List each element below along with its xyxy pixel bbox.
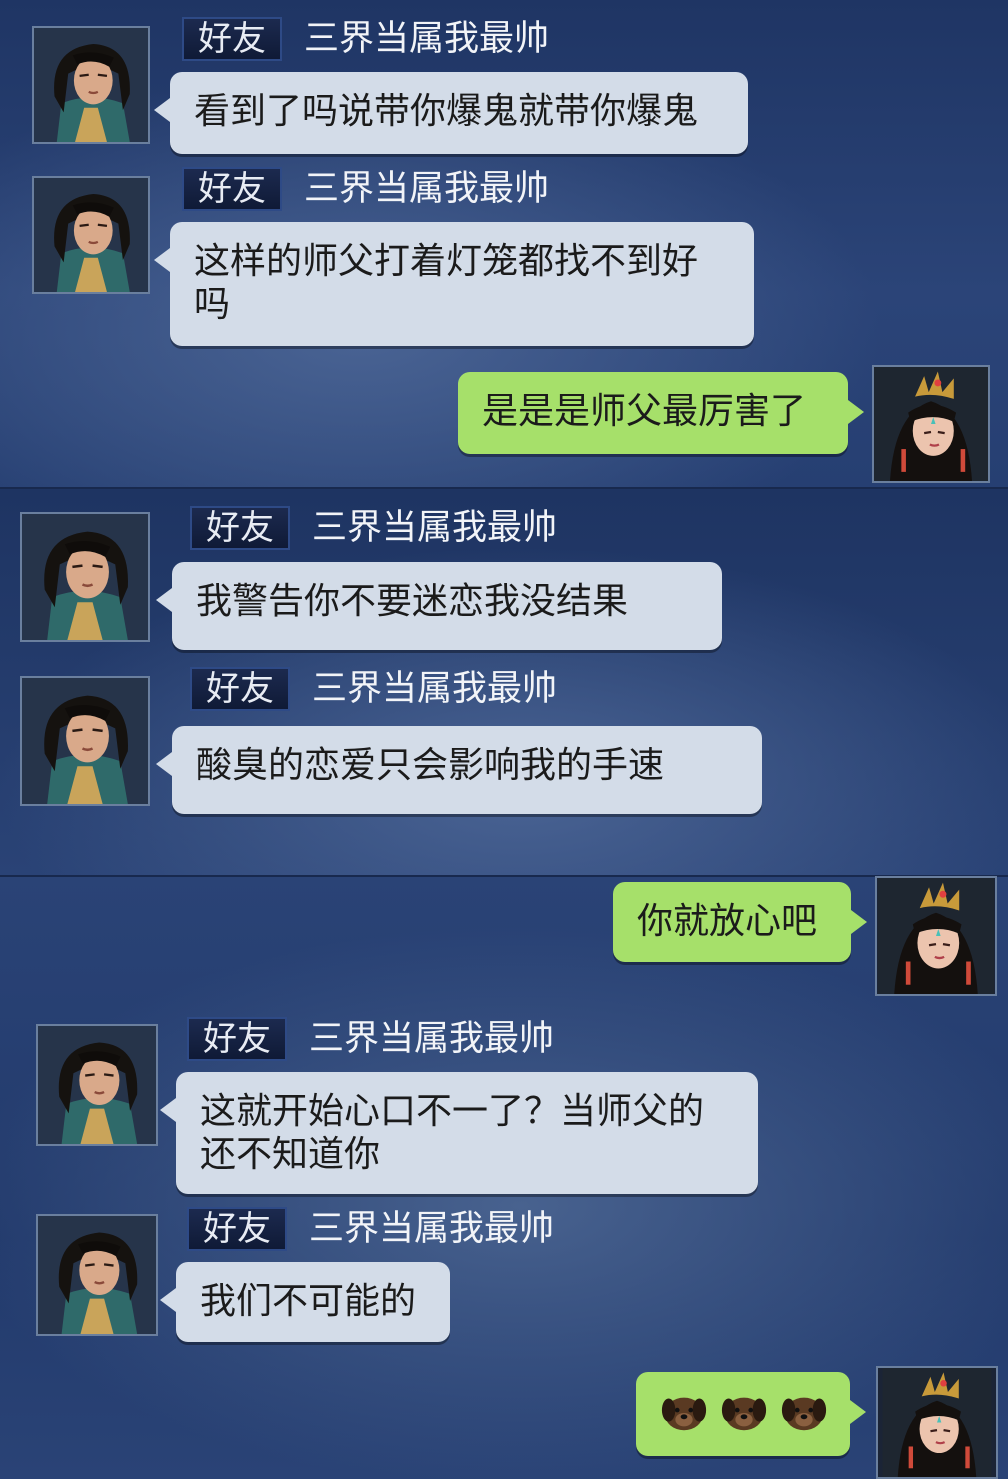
outgoing-message-bubble[interactable]: 是是是师父最厉害了 — [458, 372, 864, 454]
message-text: 酸臭的恋爱只会影响我的手速 — [196, 745, 665, 786]
message-text: 我警告你不要迷恋我没结果 — [196, 581, 629, 622]
friend-avatar[interactable] — [20, 512, 150, 642]
friend-tag: 好友 — [187, 1207, 287, 1251]
message-text: 我们不可能的 — [200, 1281, 417, 1322]
emoji-row — [660, 1388, 828, 1434]
self-avatar[interactable] — [875, 876, 997, 996]
sender-name[interactable]: 三界当属我最帅 — [309, 1017, 554, 1061]
friend-avatar[interactable] — [20, 676, 150, 806]
self-avatar[interactable] — [872, 365, 990, 483]
message-bubble[interactable]: 这样的师父打着灯笼都找不到好吗 — [154, 222, 754, 346]
sender-name[interactable]: 三界当属我最帅 — [309, 1207, 554, 1251]
message-text: 看到了吗说带你爆鬼就带你爆鬼 — [194, 91, 699, 132]
friend-avatar[interactable] — [36, 1214, 158, 1336]
dog-face-emoji — [660, 1390, 708, 1434]
sender-name[interactable]: 三界当属我最帅 — [304, 167, 549, 211]
outgoing-message-bubble[interactable] — [636, 1372, 866, 1456]
dog-face-emoji — [720, 1390, 768, 1434]
message-bubble[interactable]: 看到了吗说带你爆鬼就带你爆鬼 — [154, 72, 748, 154]
message-bubble[interactable]: 我警告你不要迷恋我没结果 — [156, 562, 722, 650]
divider — [0, 487, 1008, 489]
sender-name[interactable]: 三界当属我最帅 — [312, 667, 557, 711]
self-avatar[interactable] — [876, 1366, 998, 1479]
friend-tag: 好友 — [182, 167, 282, 211]
friend-avatar[interactable] — [36, 1024, 158, 1146]
message-text: 你就放心吧 — [637, 901, 818, 942]
message-text: 是是是师父最厉害了 — [482, 391, 807, 432]
friend-tag: 好友 — [190, 506, 290, 550]
message-bubble[interactable]: 我们不可能的 — [160, 1262, 450, 1342]
message-bubble[interactable]: 这就开始心口不一了？当师父的还不知道你 — [160, 1072, 758, 1194]
dog-face-emoji — [780, 1390, 828, 1434]
sender-name[interactable]: 三界当属我最帅 — [312, 506, 557, 550]
friend-tag: 好友 — [190, 667, 290, 711]
message-bubble[interactable]: 酸臭的恋爱只会影响我的手速 — [156, 726, 762, 814]
friend-tag: 好友 — [187, 1017, 287, 1061]
divider — [0, 875, 1008, 877]
friend-avatar[interactable] — [32, 26, 150, 144]
sender-name[interactable]: 三界当属我最帅 — [304, 17, 549, 61]
friend-avatar[interactable] — [32, 176, 150, 294]
message-text: 这样的师父打着灯笼都找不到好吗 — [194, 241, 699, 325]
friend-tag: 好友 — [182, 17, 282, 61]
message-text: 这就开始心口不一了？当师父的还不知道你 — [200, 1091, 705, 1175]
outgoing-message-bubble[interactable]: 你就放心吧 — [613, 882, 867, 962]
